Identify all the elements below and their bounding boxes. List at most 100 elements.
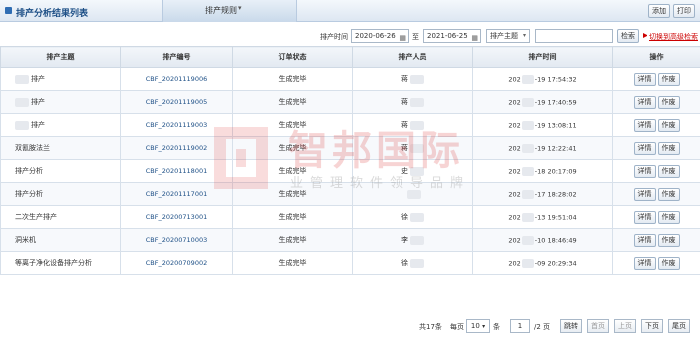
cell-code[interactable]: CBF_20200713001 [120, 205, 233, 229]
person-text: 蒋 [401, 98, 408, 106]
time-text: -19 13:08:11 [534, 121, 577, 129]
jump-button[interactable]: 跳转 [560, 319, 582, 333]
time-text: -19 17:40:59 [534, 98, 577, 106]
table-row: 排产分析 CBF_20201117001 生成完毕 202 -17 18:28:02 详情… [0, 182, 700, 206]
time-prefix: 202 [508, 121, 521, 129]
cell-person: 蒋 [352, 67, 473, 91]
unit-label: 条 [493, 323, 500, 331]
cell-code[interactable]: CBF_20201119006 [120, 67, 233, 91]
arrow-right-icon [643, 33, 647, 38]
time-prefix: 202 [508, 144, 521, 152]
next-page-button[interactable]: 下页 [641, 319, 663, 333]
cell-person: 李 [352, 228, 473, 252]
col-status: 订单状态 [232, 46, 353, 68]
cell-time: 202 -19 17:54:32 [472, 67, 613, 91]
detail-button[interactable]: 详情 [633, 210, 656, 224]
field-select[interactable]: 排产主题 ▾ [486, 29, 530, 43]
time-prefix: 202 [508, 190, 521, 198]
redacted-block [410, 212, 424, 222]
cell-person [352, 182, 473, 206]
cell-actions: 详情 作废 [612, 113, 700, 137]
cell-time: 202 -13 19:51:04 [472, 205, 613, 229]
date-to-input[interactable]: 2021-06-25 ▦ [423, 29, 481, 43]
detail-button[interactable]: 详情 [633, 72, 656, 86]
cell-time: 202 -19 17:40:59 [472, 90, 613, 114]
time-text: -09 20:29:34 [534, 259, 577, 267]
void-button[interactable]: 作废 [657, 164, 680, 178]
cell-status: 生成完毕 [232, 182, 353, 206]
redacted-block [521, 97, 534, 107]
time-text: -19 17:54:32 [534, 75, 577, 83]
time-text: -18 20:17:09 [534, 167, 577, 175]
print-button[interactable]: 打印 [673, 4, 695, 18]
per-page-select[interactable]: 10 ▾ [466, 319, 490, 333]
add-button[interactable]: 添加 [648, 4, 670, 18]
detail-button[interactable]: 详情 [633, 95, 656, 109]
cell-code[interactable]: CBF_20201117001 [120, 182, 233, 206]
redacted-block [15, 74, 29, 84]
cell-code[interactable]: CBF_20200710003 [120, 228, 233, 252]
void-button[interactable]: 作废 [657, 118, 680, 132]
tab-schedule-rules[interactable]: 排产规则 ▾ [162, 0, 297, 22]
cell-topic: 洞米机 [0, 228, 121, 252]
search-input[interactable] [535, 29, 613, 43]
cell-code[interactable]: CBF_20200709002 [120, 251, 233, 275]
void-button[interactable]: 作废 [657, 72, 680, 86]
col-time: 排产时间 [472, 46, 613, 68]
detail-button[interactable]: 详情 [633, 256, 656, 270]
redacted-block [410, 97, 424, 107]
void-button[interactable]: 作废 [657, 187, 680, 201]
detail-button[interactable]: 详情 [633, 118, 656, 132]
redacted-block [521, 143, 534, 153]
redacted-block [15, 97, 29, 107]
cell-code[interactable]: CBF_20201118001 [120, 159, 233, 183]
person-text: 徐 [401, 259, 408, 267]
redacted-block [521, 189, 534, 199]
cell-person: 史 [352, 159, 473, 183]
cell-actions: 详情 作废 [612, 228, 700, 252]
calendar-icon: ▦ [399, 34, 406, 42]
detail-button[interactable]: 详情 [633, 164, 656, 178]
redacted-block [521, 212, 534, 222]
page-total: /2 页 [534, 323, 551, 331]
cell-code[interactable]: CBF_20201119005 [120, 90, 233, 114]
cell-topic: 双氰胺法兰 [0, 136, 121, 160]
date-from-value: 2020-06-26 [355, 32, 396, 40]
cell-actions: 详情 作废 [612, 182, 700, 206]
redacted-block [521, 166, 534, 176]
caret-down-icon: ▾ [238, 4, 242, 12]
table-row: 排产 CBF_20201119006 生成完毕 蒋 202 -19 17:54:32 详情作… [0, 67, 700, 91]
table-row: 二次生产排产 CBF_20200713001 生成完毕 徐 202 -13 19:51:0… [0, 205, 700, 229]
void-button[interactable]: 作废 [657, 141, 680, 155]
detail-button[interactable]: 详情 [633, 141, 656, 155]
page-input[interactable]: 1 [510, 319, 530, 333]
void-button[interactable]: 作废 [657, 210, 680, 224]
prev-page-button[interactable]: 上页 [614, 319, 636, 333]
void-button[interactable]: 作废 [657, 95, 680, 109]
cell-code[interactable]: CBF_20201119003 [120, 113, 233, 137]
void-button[interactable]: 作废 [657, 233, 680, 247]
date-from-input[interactable]: 2020-06-26 ▦ [351, 29, 409, 43]
pagination: 共17条 每页 10 ▾ 条 1 /2 页 跳转 首页 上页 下页 尾页 [0, 318, 700, 334]
cell-time: 202 -18 20:17:09 [472, 159, 613, 183]
search-button[interactable]: 检索 [617, 29, 639, 43]
per-page-value: 10 [470, 322, 480, 330]
person-text: 徐 [401, 213, 408, 221]
last-page-button[interactable]: 尾页 [668, 319, 690, 333]
void-button[interactable]: 作废 [657, 256, 680, 270]
advanced-search-link[interactable]: 切换到高级检索 [649, 32, 698, 42]
time-prefix: 202 [508, 75, 521, 83]
redacted-block [521, 120, 534, 130]
cell-actions: 详情 作废 [612, 251, 700, 275]
cell-person: 徐 [352, 205, 473, 229]
chevron-down-icon: ▾ [522, 32, 526, 39]
cell-code[interactable]: CBF_20201119002 [120, 136, 233, 160]
person-text: 蒋 [401, 75, 408, 83]
cell-actions: 详情 作废 [612, 159, 700, 183]
col-person: 排产人员 [352, 46, 473, 68]
detail-button[interactable]: 详情 [633, 187, 656, 201]
detail-button[interactable]: 详情 [633, 233, 656, 247]
cell-topic: 二次生产排产 [0, 205, 121, 229]
first-page-button[interactable]: 首页 [587, 319, 609, 333]
redacted-block [521, 258, 534, 268]
